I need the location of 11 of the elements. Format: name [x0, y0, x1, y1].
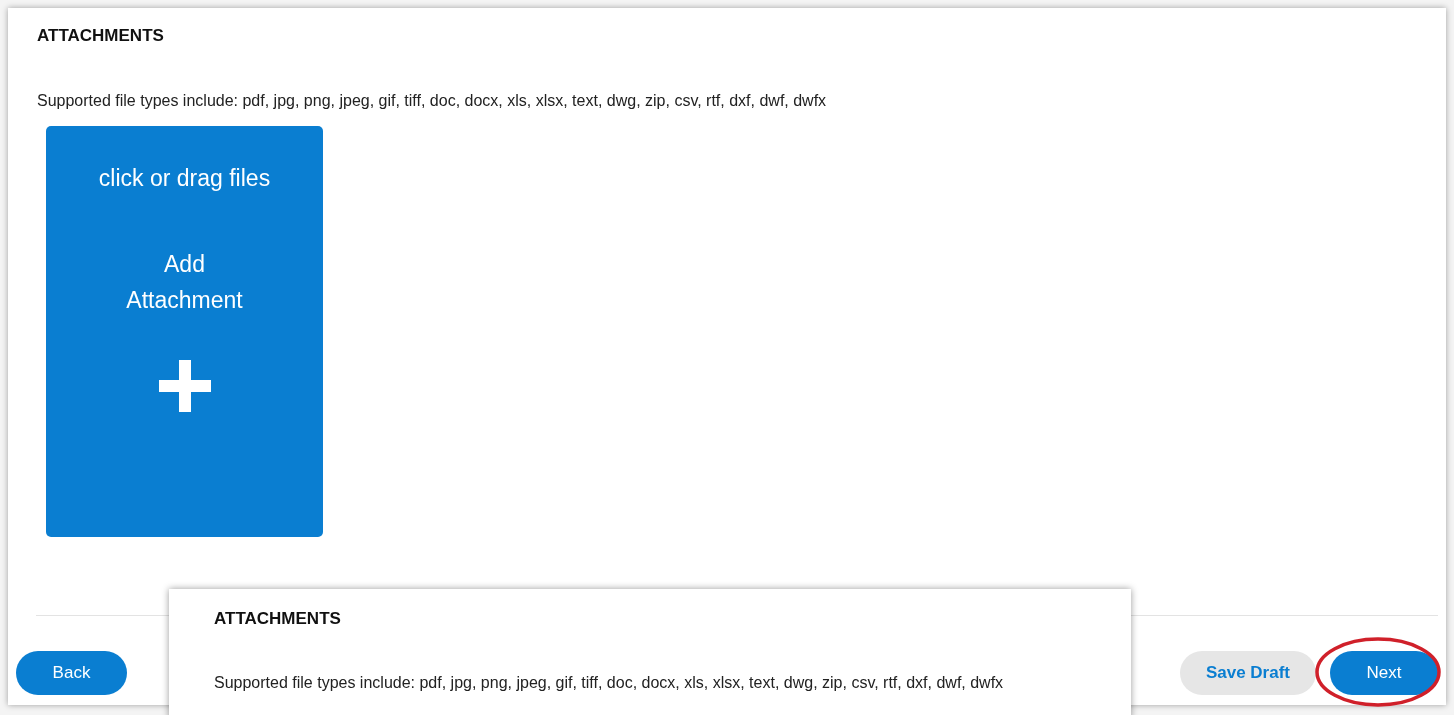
dropzone-label: Add Attachment — [125, 250, 244, 315]
supported-types-text: Supported file types include: pdf, jpg, png, jpeg, gif, tiff, doc, docx, xls, xlsx, text, dwg, zip, csv, rtf, dxf, dwf, dwfx — [37, 92, 827, 110]
supported-types-text: Supported file types include: pdf, jpg, png, jpeg, gif, tiff, doc, docx, xls, xlsx, text, dwg, zip, csv, rtf, dxf, dwf, dwfx — [214, 674, 1004, 692]
dropzone-hint: click or drag files — [98, 165, 271, 192]
section-title: ATTACHMENTS — [37, 26, 164, 46]
section-title: ATTACHMENTS — [214, 609, 341, 629]
next-button[interactable]: Next — [1330, 650, 1438, 695]
save-draft-button[interactable]: Save Draft — [1179, 650, 1316, 695]
add-attachment-dropzone[interactable]: click or drag files Add Attachment — [46, 126, 323, 537]
back-button[interactable]: Back — [16, 650, 127, 695]
plus-icon — [158, 360, 211, 412]
